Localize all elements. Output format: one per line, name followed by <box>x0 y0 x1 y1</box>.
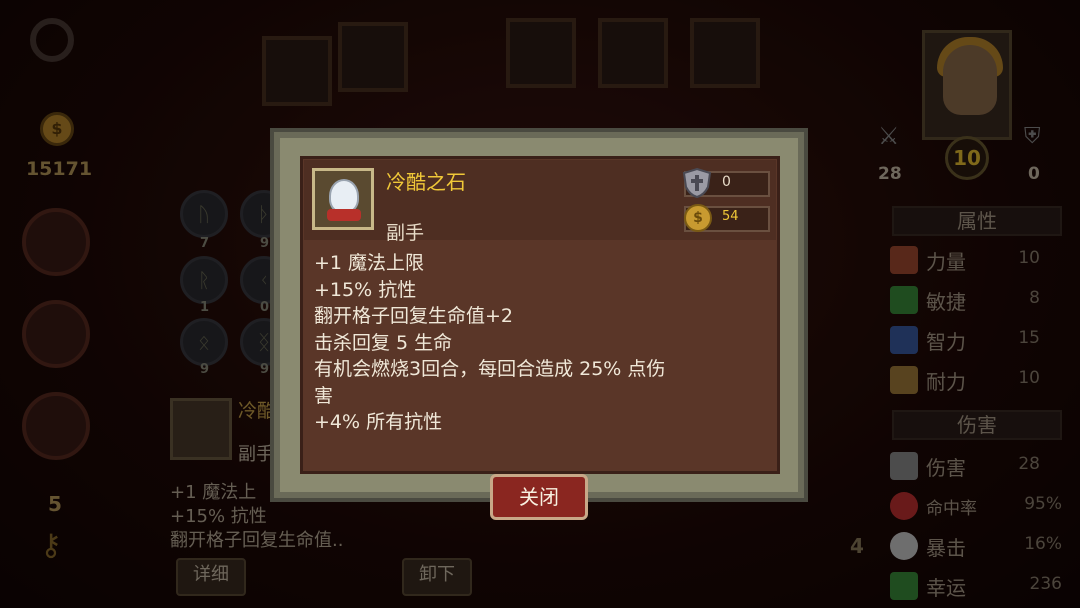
item-icon-frame <box>312 168 374 230</box>
effect-line: 翻开格子回复生命值+2 <box>314 305 514 327</box>
effect-line: 有机会燃烧3回合，每回合造成 25% 点伤 <box>314 358 666 380</box>
price-coin-icon: $ <box>684 204 712 232</box>
close-button[interactable]: 关闭 <box>490 474 588 520</box>
effect-line: +1 魔法上限 <box>314 252 425 274</box>
ice-stone-icon <box>329 179 359 213</box>
effect-line: 害 <box>314 384 334 407</box>
price-value: 54 <box>722 209 739 224</box>
effect-line: +4% 所有抗性 <box>314 411 443 433</box>
item-name: 冷酷之石 <box>386 170 466 194</box>
effect-line: +15% 抗性 <box>314 278 417 301</box>
item-type: 副手 <box>386 222 425 244</box>
armor-value: 0 <box>722 174 731 190</box>
item-effects: +1 魔法上限 +15% 抗性 翻开格子回复生命值+2 击杀回复 5 生命 有机… <box>314 250 754 436</box>
effect-line: 击杀回复 5 生命 <box>314 331 453 354</box>
armor-shield-icon <box>682 167 712 199</box>
stone-base <box>327 209 361 221</box>
